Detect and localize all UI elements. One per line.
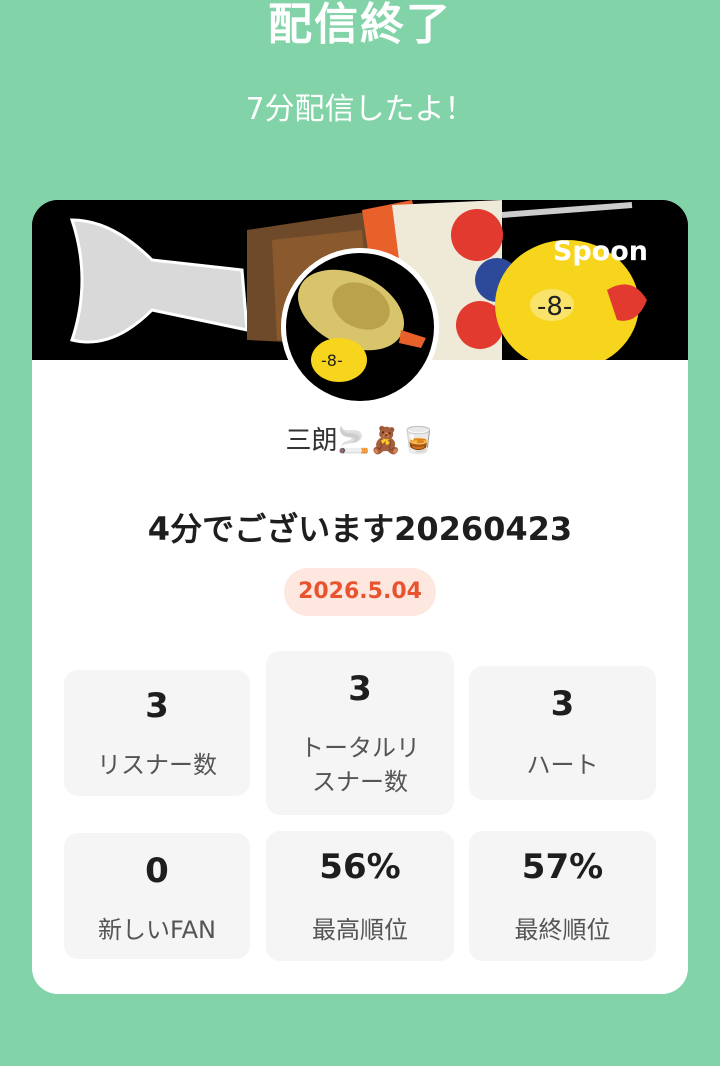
stat-label: トータルリスナー数 xyxy=(300,734,420,796)
broadcast-duration-message: 7分配信したよ！ xyxy=(245,92,475,127)
stat-value: 3 xyxy=(145,686,169,726)
spoon-logo: Spoon xyxy=(552,236,648,267)
page-title: 配信終了 xyxy=(268,0,452,50)
stat-label: 新しいFAN xyxy=(98,916,216,944)
stat-label: 最高順位 xyxy=(312,916,408,944)
stat-new-fans: 0 新しいFAN xyxy=(64,833,250,959)
date-badge: 2026.5.04 xyxy=(284,568,436,616)
stat-highest-rank: 56% 最高順位 xyxy=(266,831,454,961)
stat-label: リスナー数 xyxy=(97,751,217,779)
broadcast-summary-card: -8- Spoon -8- 三朗🚬🧸🥃 4分でございます20260423 202… xyxy=(32,200,688,994)
stat-value: 3 xyxy=(550,684,575,724)
stat-value: 57% xyxy=(521,847,604,887)
stat-label: 最終順位 xyxy=(514,916,611,944)
svg-text:-8-: -8- xyxy=(537,292,572,322)
stat-total-listeners: 3 トータルリスナー数 xyxy=(266,651,454,815)
stat-value: 56% xyxy=(319,847,401,887)
live-title: 4分でございます20260423 xyxy=(147,510,573,548)
host-username: 三朗🚬🧸🥃 xyxy=(285,426,435,456)
avatar: -8- xyxy=(281,248,439,406)
stat-value: 0 xyxy=(145,851,169,891)
svg-text:-8-: -8- xyxy=(321,351,343,370)
stat-listeners: 3 リスナー数 xyxy=(64,670,250,796)
stat-label: ハート xyxy=(526,751,599,779)
stat-hearts: 3 ハート xyxy=(469,666,656,800)
stat-value: 3 xyxy=(348,669,372,709)
stat-final-rank: 57% 最終順位 xyxy=(469,831,656,961)
